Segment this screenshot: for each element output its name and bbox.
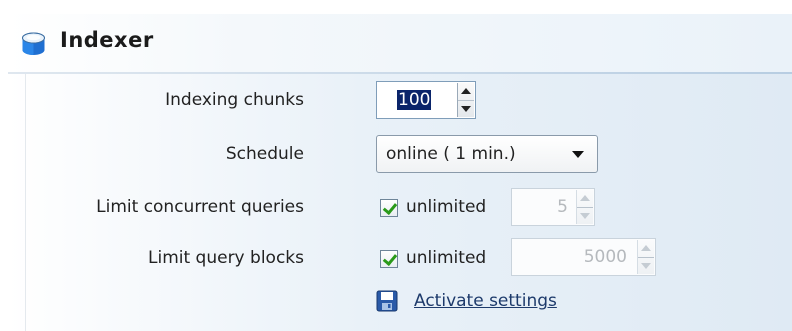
concurrent-unlimited-checkbox[interactable] [380,199,398,217]
decrement-arrow-icon[interactable] [461,106,471,112]
concurrent-queries-value: 5 [557,197,568,217]
section-title: Indexer [60,28,154,52]
query-blocks-unlimited-label: unlimited [406,248,487,268]
spinner-arrows[interactable] [637,240,654,274]
increment-arrow-icon[interactable] [641,245,651,251]
indexing-chunks-label: Indexing chunks [165,90,304,110]
query-blocks-spinner[interactable]: 5000 [511,238,656,276]
arrow-separator [577,207,593,208]
indexing-chunks-value[interactable]: 100 [397,90,432,110]
schedule-label: Schedule [225,144,304,164]
header-divider [8,72,792,74]
indexing-chunks-spinner[interactable]: 100 [376,81,476,119]
query-blocks-value: 5000 [583,247,627,267]
increment-arrow-icon[interactable] [461,88,471,94]
spinner-arrows[interactable] [576,190,593,224]
arrow-separator [458,100,474,101]
decrement-arrow-icon[interactable] [580,213,590,219]
schedule-select[interactable]: online ( 1 min.) [376,135,598,173]
checkmark-icon [382,199,398,216]
schedule-selected-value: online ( 1 min.) [386,144,516,164]
concurrent-unlimited-label: unlimited [406,197,487,217]
panel-left-border [25,74,26,331]
checkmark-icon [382,250,398,267]
limit-query-blocks-label: Limit query blocks [148,248,304,268]
decrement-arrow-icon[interactable] [641,263,651,269]
concurrent-queries-spinner[interactable]: 5 [511,188,595,226]
limit-concurrent-queries-label: Limit concurrent queries [96,197,304,217]
activate-settings-link[interactable]: Activate settings [414,291,557,311]
query-blocks-unlimited-checkbox[interactable] [380,250,398,268]
arrow-separator [638,257,654,258]
increment-arrow-icon[interactable] [580,195,590,201]
save-icon[interactable] [376,290,398,312]
database-icon [22,32,45,55]
chevron-down-icon[interactable] [572,151,584,158]
spinner-arrows[interactable] [457,83,474,117]
